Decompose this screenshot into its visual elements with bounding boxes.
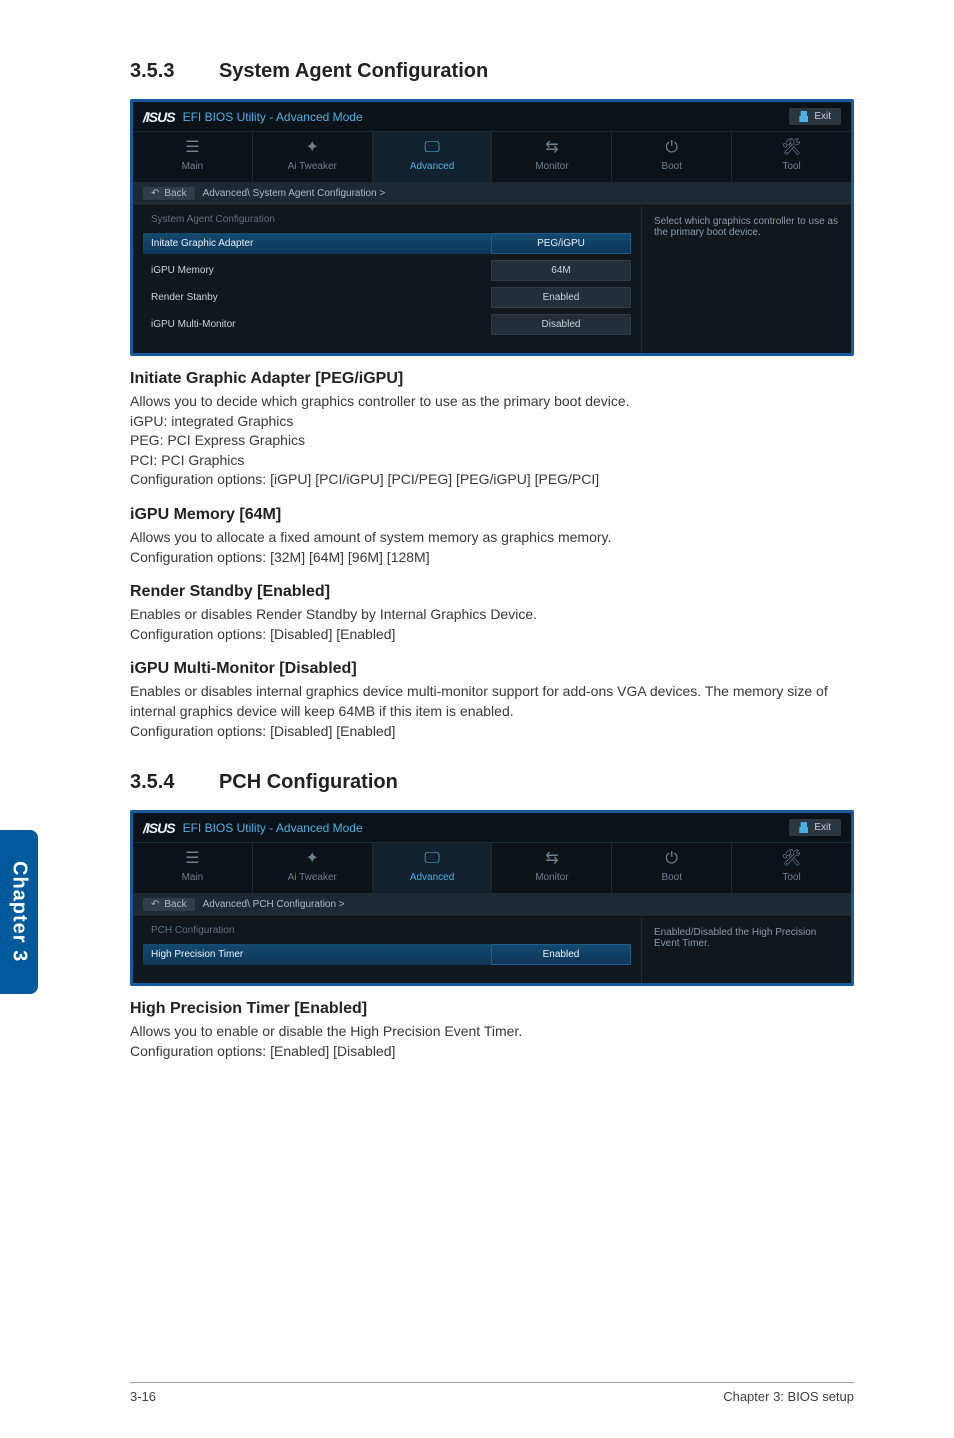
arrow-left-icon: ↶: [151, 899, 159, 910]
tab-monitor[interactable]: ⇆ Monitor: [492, 842, 612, 893]
tab-label: Main: [182, 161, 204, 172]
tab-label: Main: [182, 872, 204, 883]
bios-screenshot-system-agent: /ISUS EFI BIOS Utility - Advanced Mode E…: [130, 99, 854, 356]
row-initate-graphic-adapter[interactable]: Initate Graphic Adapter PEG/iGPU: [151, 233, 631, 254]
power-icon: ⏻: [665, 140, 678, 156]
row-value[interactable]: PEG/iGPU: [491, 233, 631, 254]
breadcrumb-path: Advanced\ System Agent Configuration >: [203, 188, 386, 199]
help-text: Select which graphics controller to use …: [654, 216, 838, 238]
sub-heading: iGPU Multi-Monitor [Disabled]: [130, 660, 854, 678]
row-label: iGPU Multi-Monitor: [151, 316, 491, 333]
breadcrumb-path: Advanced\ PCH Configuration >: [203, 899, 345, 910]
bios-mode-label: EFI BIOS Utility - Advanced Mode: [183, 821, 363, 835]
tweaker-icon: ✦: [306, 851, 319, 867]
tab-label: Tool: [782, 161, 800, 172]
body-text: Enables or disables Render Standby by In…: [130, 605, 854, 644]
tab-boot[interactable]: ⏻ Boot: [612, 131, 732, 182]
row-label: Initate Graphic Adapter: [143, 233, 491, 254]
row-render-standby[interactable]: Render Stanby Enabled: [151, 287, 631, 308]
row-label: Render Stanby: [151, 289, 491, 306]
row-value[interactable]: Disabled: [491, 314, 631, 335]
tool-icon: 🛠: [781, 851, 801, 867]
tab-label: Boot: [661, 872, 682, 883]
sub-heading: Initiate Graphic Adapter [PEG/iGPU]: [130, 370, 854, 388]
row-igpu-memory[interactable]: iGPU Memory 64M: [151, 260, 631, 281]
tab-label: Ai Tweaker: [288, 872, 337, 883]
power-icon: ⏻: [665, 851, 678, 867]
tab-advanced[interactable]: 🖵 Advanced: [373, 131, 493, 182]
tab-label: Tool: [782, 872, 800, 883]
tab-label: Monitor: [535, 161, 568, 172]
sub-heading: High Precision Timer [Enabled]: [130, 1000, 854, 1018]
section-number: 3.5.4: [130, 771, 174, 794]
arrow-left-icon: ↶: [151, 188, 159, 199]
row-igpu-multi-monitor[interactable]: iGPU Multi-Monitor Disabled: [151, 314, 631, 335]
tab-label: Ai Tweaker: [288, 161, 337, 172]
section-number: 3.5.3: [130, 60, 174, 83]
tweaker-icon: ✦: [306, 140, 319, 156]
row-label: iGPU Memory: [151, 262, 491, 279]
tab-ai-tweaker[interactable]: ✦ Ai Tweaker: [253, 131, 373, 182]
footer-chapter: Chapter 3: BIOS setup: [723, 1389, 854, 1404]
row-label: High Precision Timer: [143, 944, 491, 965]
advanced-icon: 🖵: [424, 140, 439, 156]
monitor-icon: ⇆: [545, 140, 558, 156]
help-panel: Select which graphics controller to use …: [641, 206, 851, 353]
back-label: Back: [164, 188, 186, 199]
exit-button[interactable]: Exit: [789, 108, 841, 125]
tab-tool[interactable]: 🛠 Tool: [732, 131, 851, 182]
tab-advanced[interactable]: 🖵 Advanced: [373, 842, 493, 893]
asus-logo: /ISUS: [143, 109, 175, 125]
section-354-heading: 3.5.4 PCH Configuration: [130, 771, 854, 794]
sub-heading: Render Standby [Enabled]: [130, 583, 854, 601]
exit-label: Exit: [814, 822, 831, 833]
body-text: Allows you to allocate a fixed amount of…: [130, 528, 854, 567]
row-value[interactable]: 64M: [491, 260, 631, 281]
chapter-side-tab: Chapter 3: [0, 830, 38, 994]
tab-tool[interactable]: 🛠 Tool: [732, 842, 851, 893]
breadcrumb: ↶ Back Advanced\ PCH Configuration >: [133, 893, 851, 917]
list-icon: ☰: [185, 851, 199, 867]
help-panel: Enabled/Disabled the High Precision Even…: [641, 917, 851, 983]
page-number: 3-16: [130, 1389, 156, 1404]
tab-boot[interactable]: ⏻ Boot: [612, 842, 732, 893]
config-title: PCH Configuration: [151, 925, 631, 936]
tab-label: Monitor: [535, 872, 568, 883]
row-value[interactable]: Enabled: [491, 944, 631, 965]
page-footer: 3-16 Chapter 3: BIOS setup: [130, 1382, 854, 1404]
back-label: Back: [164, 899, 186, 910]
body-text: Allows you to decide which graphics cont…: [130, 392, 854, 490]
row-high-precision-timer[interactable]: High Precision Timer Enabled: [151, 944, 631, 965]
tab-main[interactable]: ☰ Main: [133, 131, 253, 182]
bios-screenshot-pch: /ISUS EFI BIOS Utility - Advanced Mode E…: [130, 810, 854, 986]
sub-heading: iGPU Memory [64M]: [130, 506, 854, 524]
help-text: Enabled/Disabled the High Precision Even…: [654, 927, 816, 949]
tab-label: Advanced: [410, 872, 454, 883]
body-text: Allows you to enable or disable the High…: [130, 1022, 854, 1061]
tab-monitor[interactable]: ⇆ Monitor: [492, 131, 612, 182]
tab-label: Advanced: [410, 161, 454, 172]
tool-icon: 🛠: [781, 140, 801, 156]
exit-button[interactable]: Exit: [789, 819, 841, 836]
section-353-heading: 3.5.3 System Agent Configuration: [130, 60, 854, 83]
tab-ai-tweaker[interactable]: ✦ Ai Tweaker: [253, 842, 373, 893]
section-title: PCH Configuration: [219, 771, 398, 794]
row-value[interactable]: Enabled: [491, 287, 631, 308]
list-icon: ☰: [185, 140, 199, 156]
advanced-icon: 🖵: [424, 851, 439, 867]
config-title: System Agent Configuration: [151, 214, 631, 225]
bios-mode-label: EFI BIOS Utility - Advanced Mode: [183, 110, 363, 124]
tab-label: Boot: [661, 161, 682, 172]
body-text: Enables or disables internal graphics de…: [130, 682, 854, 741]
back-button[interactable]: ↶ Back: [143, 187, 195, 200]
tab-main[interactable]: ☰ Main: [133, 842, 253, 893]
exit-label: Exit: [814, 111, 831, 122]
monitor-icon: ⇆: [545, 851, 558, 867]
breadcrumb: ↶ Back Advanced\ System Agent Configurat…: [133, 182, 851, 206]
back-button[interactable]: ↶ Back: [143, 898, 195, 911]
asus-logo: /ISUS: [143, 820, 175, 836]
section-title: System Agent Configuration: [219, 60, 488, 83]
